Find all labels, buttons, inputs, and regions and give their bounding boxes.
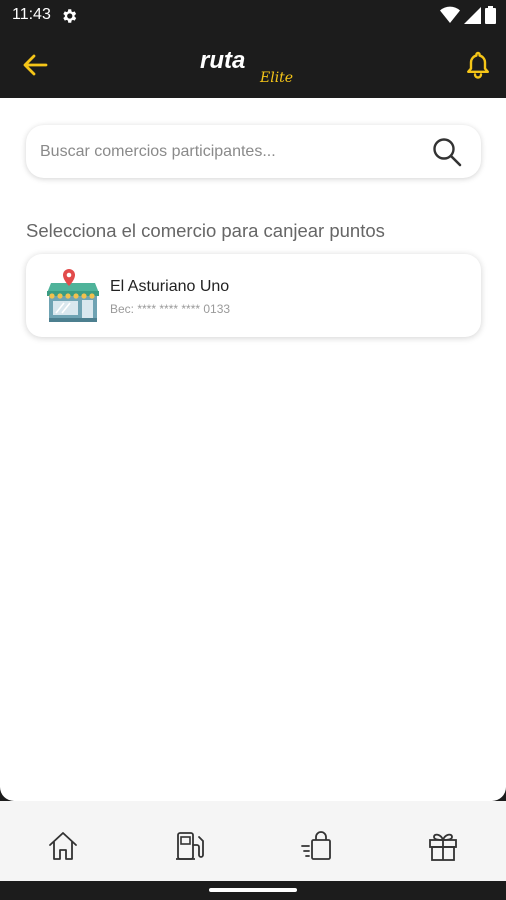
system-gesture-area [0,881,506,900]
arrow-left-icon[interactable] [20,50,50,80]
search-bar [26,125,481,178]
section-heading: Selecciona el comercio para canjear punt… [26,220,385,241]
merchant-card-number: Bec: **** **** **** 0133 [110,302,231,316]
bell-icon[interactable] [464,50,492,80]
main-content: Selecciona el comercio para canjear punt… [0,98,506,801]
battery-icon [485,6,496,24]
shopping-bag-icon[interactable] [300,829,334,863]
status-indicators [440,6,496,24]
bottom-nav [0,801,506,881]
logo-sub-text: Elite [259,70,293,86]
home-icon[interactable] [46,829,80,863]
gift-icon[interactable] [426,829,460,863]
merchant-name: El Asturiano Uno [110,278,230,295]
logo-main-text: ruta [200,47,245,74]
home-gesture-bar[interactable] [209,888,297,892]
fuel-pump-icon[interactable] [173,829,207,863]
cell-signal-icon [464,6,481,24]
status-time: 11:43 [12,6,51,23]
search-icon[interactable] [431,136,463,168]
wifi-icon [440,6,460,24]
settings-gear-icon [63,9,77,23]
merchant-card[interactable]: El Asturiano Uno Bec: **** **** **** 013… [26,254,481,337]
app-bar: ruta Elite [0,32,506,98]
search-input[interactable] [40,125,420,178]
status-bar: 11:43 [0,0,506,32]
app-logo: ruta Elite [200,47,293,86]
store-icon [47,269,99,322]
